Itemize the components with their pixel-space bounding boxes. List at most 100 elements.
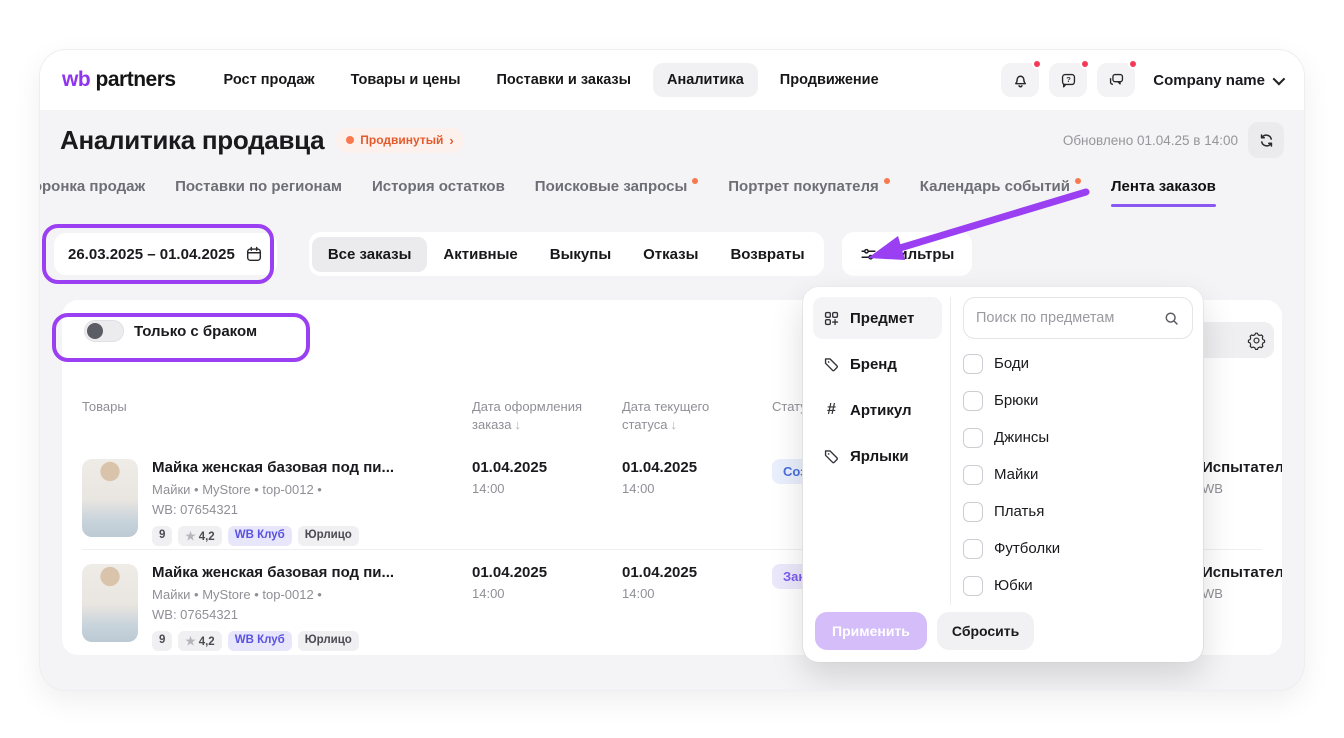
tab-sales-funnel[interactable]: Воронка продаж xyxy=(40,178,145,207)
advanced-plan-label: Продвинутый xyxy=(360,133,443,147)
checkbox-icon[interactable] xyxy=(963,539,983,559)
gear-icon xyxy=(1247,331,1266,350)
product-info: Майка женская базовая под пи... Майки • … xyxy=(152,459,394,550)
notifications-button[interactable] xyxy=(1001,63,1039,97)
tab-orders-feed[interactable]: Лента заказов xyxy=(1111,178,1216,207)
advanced-plan-badge[interactable]: Продвинутый › xyxy=(336,128,463,153)
filter-nav-subject[interactable]: Предмет xyxy=(813,297,942,339)
product-cell[interactable]: Майка женская базовая под пи... Майки • … xyxy=(82,459,472,550)
count-badge: 9 xyxy=(152,526,172,546)
apply-button[interactable]: Применить xyxy=(815,612,927,650)
tag-icon xyxy=(823,356,840,373)
checkbox-icon[interactable] xyxy=(963,502,983,522)
option-trousers[interactable]: Брюки xyxy=(963,382,1193,419)
filter-nav-labels[interactable]: Ярлыки xyxy=(813,435,942,477)
nav-promotion[interactable]: Продвижение xyxy=(766,63,893,97)
product-badges: 9 ★4,2 WB Клуб Юрлицо xyxy=(152,631,394,651)
filters-button-label: Фильтры xyxy=(886,246,955,263)
option-skirts[interactable]: Юбки xyxy=(963,567,1193,604)
option-dresses[interactable]: Платья xyxy=(963,493,1193,530)
product-photo[interactable] xyxy=(82,459,138,537)
option-tshirts[interactable]: Футболки xyxy=(963,530,1193,567)
tab-buyer-portrait[interactable]: Портрет покупателя xyxy=(728,178,890,207)
checkbox-icon[interactable] xyxy=(963,428,983,448)
screen: wb partners Рост продаж Товары и цены По… xyxy=(0,0,1344,738)
subject-search-input[interactable] xyxy=(976,310,1163,326)
sliders-icon xyxy=(860,246,877,263)
product-photo[interactable] xyxy=(82,564,138,642)
product-wb-id: WB: 07654321 xyxy=(152,500,394,520)
date-range-value: 26.03.2025 – 01.04.2025 xyxy=(68,246,235,263)
product-title[interactable]: Майка женская базовая под пи... xyxy=(152,459,394,476)
help-button[interactable]: ? xyxy=(1049,63,1087,97)
wb-partners-logo[interactable]: wb partners xyxy=(62,68,176,92)
orange-dot-icon xyxy=(1075,178,1081,184)
page-title-row: Аналитика продавца Продвинутый › Обновле… xyxy=(60,122,1284,158)
tab-regional-supplies[interactable]: Поставки по регионам xyxy=(175,178,342,207)
sort-down-icon: ↓ xyxy=(670,417,677,432)
segment-returns[interactable]: Возвраты xyxy=(714,237,820,272)
defects-only-toggle[interactable] xyxy=(84,320,124,342)
entity-badge: Юрлицо xyxy=(298,631,359,651)
top-header: wb partners Рост продаж Товары и цены По… xyxy=(40,50,1304,110)
chat-button[interactable] xyxy=(1097,63,1135,97)
page-title: Аналитика продавца xyxy=(60,125,324,156)
checkbox-icon[interactable] xyxy=(963,576,983,596)
product-info: Майка женская базовая под пи... Майки • … xyxy=(152,564,394,655)
option-tanktops[interactable]: Майки xyxy=(963,456,1193,493)
segment-active[interactable]: Активные xyxy=(427,237,533,272)
nav-analytics[interactable]: Аналитика xyxy=(653,63,758,97)
filter-nav-article[interactable]: # Артикул xyxy=(813,389,942,431)
segment-all-orders[interactable]: Все заказы xyxy=(312,237,428,272)
table-settings-button[interactable] xyxy=(1238,322,1274,358)
header-actions: ? Company name xyxy=(1001,63,1282,97)
option-jeans[interactable]: Джинсы xyxy=(963,419,1193,456)
segment-rejections[interactable]: Отказы xyxy=(627,237,714,272)
checkbox-icon[interactable] xyxy=(963,465,983,485)
product-badges: 9 ★4,2 WB Клуб Юрлицо xyxy=(152,526,394,546)
date-range-picker[interactable]: 26.03.2025 – 01.04.2025 xyxy=(54,233,277,275)
order-date-cell: 01.04.2025 14:00 xyxy=(472,459,622,550)
filters-button[interactable]: Фильтры xyxy=(842,232,973,276)
col-extra xyxy=(1202,398,1282,433)
product-title[interactable]: Майка женская базовая под пи... xyxy=(152,564,394,581)
nav-supplies-orders[interactable]: Поставки и заказы xyxy=(482,63,645,97)
nav-sales-growth[interactable]: Рост продаж xyxy=(210,63,329,97)
tab-stock-history[interactable]: История остатков xyxy=(372,178,505,207)
tab-search-queries[interactable]: Поисковые запросы xyxy=(535,178,698,207)
help-icon: ? xyxy=(1059,71,1078,90)
option-bodysuits[interactable]: Боди xyxy=(963,345,1193,382)
nav-goods-prices[interactable]: Товары и цены xyxy=(337,63,475,97)
subject-search xyxy=(963,297,1193,339)
chevron-down-icon xyxy=(1273,72,1286,85)
order-date-cell: 01.04.2025 14:00 xyxy=(472,564,622,655)
segment-buyouts[interactable]: Выкупы xyxy=(534,237,627,272)
main-nav: Рост продаж Товары и цены Поставки и зак… xyxy=(210,63,893,97)
updated-timestamp: Обновлено 01.04.25 в 14:00 xyxy=(1063,133,1238,148)
rating-badge: ★4,2 xyxy=(178,526,221,546)
col-products[interactable]: Товары xyxy=(82,398,472,433)
tab-events-calendar[interactable]: Календарь событий xyxy=(920,178,1081,207)
calendar-icon xyxy=(245,245,263,263)
product-cell[interactable]: Майка женская базовая под пи... Майки • … xyxy=(82,564,472,655)
orange-dot-icon xyxy=(346,136,354,144)
product-subtitle: Майки • MyStore • top-0012 • xyxy=(152,480,394,500)
updated-wrap: Обновлено 01.04.25 в 14:00 xyxy=(1063,122,1284,158)
filters-dropdown-panel: Предмет Бренд # Артикул Ярлыки xyxy=(803,287,1203,662)
app-window: wb partners Рост продаж Товары и цены По… xyxy=(40,50,1304,690)
refresh-button[interactable] xyxy=(1248,122,1284,158)
orange-dot-icon xyxy=(692,178,698,184)
col-order-date[interactable]: Дата оформления заказа↓ xyxy=(472,398,622,433)
logo-partners: partners xyxy=(96,68,176,91)
filter-nav-brand[interactable]: Бренд xyxy=(813,343,942,385)
reset-button[interactable]: Сбросить xyxy=(937,612,1034,650)
toggle-knob xyxy=(87,323,103,339)
company-menu[interactable]: Company name xyxy=(1153,72,1282,89)
notification-dot xyxy=(1032,59,1042,69)
bell-icon xyxy=(1011,71,1030,90)
checkbox-icon[interactable] xyxy=(963,391,983,411)
refresh-icon xyxy=(1258,132,1275,149)
status-date-cell: 01.04.2025 14:00 xyxy=(622,564,772,655)
col-status-date[interactable]: Дата текущего статуса↓ xyxy=(622,398,772,433)
checkbox-icon[interactable] xyxy=(963,354,983,374)
